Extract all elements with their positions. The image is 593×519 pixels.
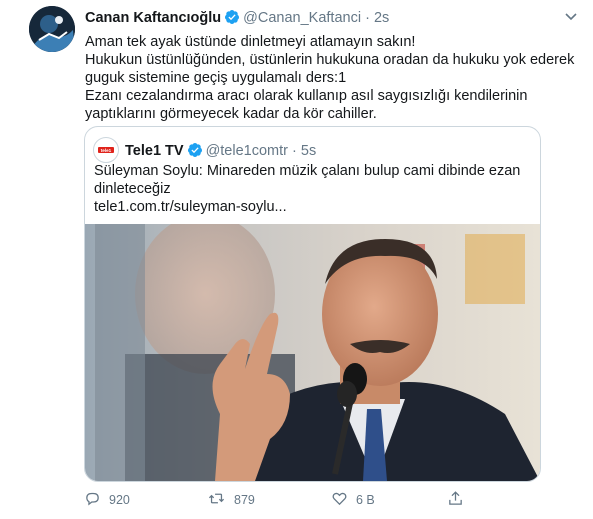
tweet-header: Canan Kaftancıoğlu @Canan_Kaftanci · 2s [85, 9, 389, 29]
tweet: Canan Kaftancıoğlu @Canan_Kaftanci · 2s A… [0, 0, 593, 519]
retweet-count: 879 [234, 493, 255, 507]
timestamp[interactable]: 2s [374, 10, 389, 26]
like-icon [331, 490, 348, 510]
tweet-line: Aman tek ayak üstünde dinletmeyi atlamay… [85, 34, 416, 50]
author-handle[interactable]: @Canan_Kaftanci [243, 10, 361, 26]
quoted-timestamp[interactable]: 5s [301, 143, 316, 159]
share-icon [447, 490, 464, 510]
retweet-icon [207, 490, 226, 510]
tweet-line: Ezanı cezalandırma aracı olarak kullanıp… [85, 88, 528, 104]
quoted-photo[interactable] [85, 214, 540, 481]
reply-icon [84, 490, 101, 510]
reply-button[interactable]: 920 [84, 490, 130, 510]
separator: · [365, 10, 370, 26]
verified-badge-icon [224, 9, 240, 29]
verified-badge-icon [187, 142, 203, 162]
retweet-button[interactable]: 879 [207, 490, 255, 510]
quoted-logo-text: tele1 [101, 148, 112, 153]
quoted-link[interactable]: tele1.com.tr/suleyman-soylu... [94, 198, 524, 216]
separator: · [292, 143, 297, 159]
share-button[interactable] [447, 490, 472, 510]
quoted-author-handle[interactable]: @tele1comtr [206, 143, 288, 159]
quoted-tweet[interactable]: tele1 Tele1 TV @tele1comtr · 5s Süleyman … [84, 126, 541, 482]
quoted-line: dinleteceğiz [94, 181, 171, 197]
quoted-header: tele1 Tele1 TV @tele1comtr · 5s [93, 137, 316, 163]
avatar[interactable] [29, 6, 75, 52]
quoted-avatar[interactable]: tele1 [93, 137, 119, 163]
reply-count: 920 [109, 493, 130, 507]
like-button[interactable]: 6 B [331, 490, 375, 510]
tweet-line: yaptıklarını görmeyecek kadar da kör cah… [85, 106, 377, 122]
quoted-text: Süleyman Soylu: Minareden müzik çalanı b… [94, 162, 524, 216]
quoted-author-name[interactable]: Tele1 TV [125, 143, 184, 159]
author-name[interactable]: Canan Kaftancıoğlu [85, 10, 221, 26]
tweet-line: Hukukun üstünlüğünden, üstünlerin hukuku… [85, 52, 575, 68]
tweet-actions: 920 879 6 B [84, 490, 554, 512]
like-count: 6 B [356, 493, 375, 507]
tweet-line: guguk sistemine geçiş uygulamalı ders:1 [85, 70, 347, 86]
chevron-down-icon[interactable] [563, 8, 579, 24]
tweet-text: Aman tek ayak üstünde dinletmeyi atlamay… [85, 33, 575, 123]
quoted-line: Süleyman Soylu: Minareden müzik çalanı b… [94, 163, 521, 179]
